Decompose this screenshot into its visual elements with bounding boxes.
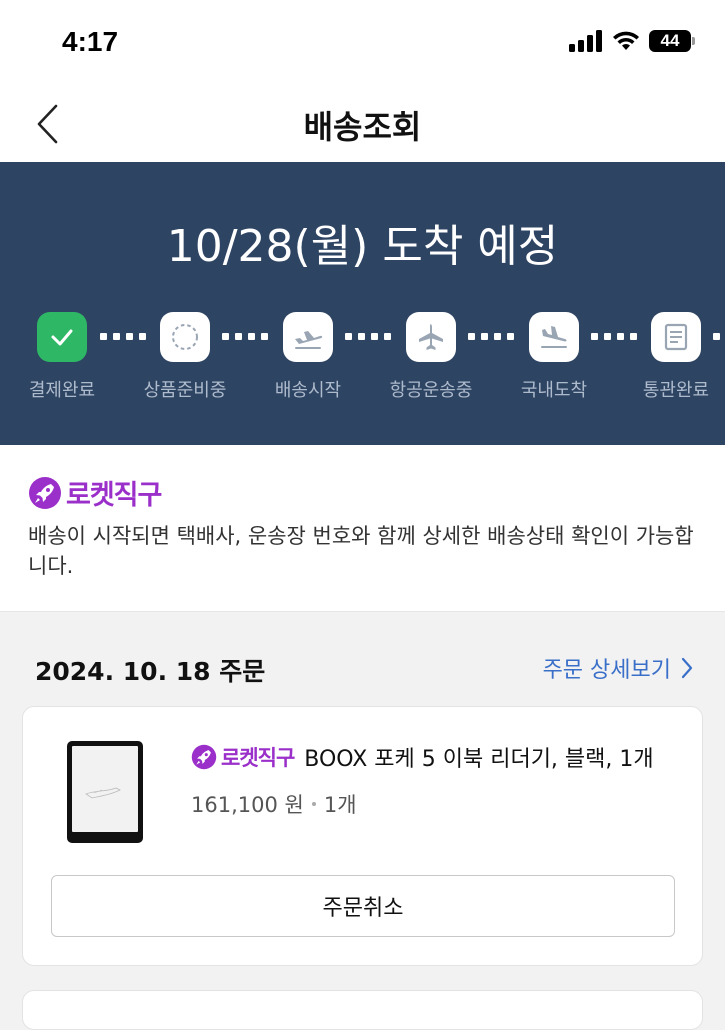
status-icons: 44 — [569, 30, 695, 52]
product-name: BOOX 포케 5 이북 리더기, 블랙, 1개 — [304, 747, 654, 772]
battery-indicator: 44 — [649, 30, 695, 52]
step-circle — [651, 312, 701, 362]
status-time: 4:17 — [62, 26, 119, 57]
step-label: 결제완료 — [28, 380, 96, 401]
step-connector — [713, 333, 725, 341]
step-circle — [283, 312, 333, 362]
step-preparing: 상품준비중 — [115, 312, 255, 402]
rocket-logo-icon — [29, 476, 61, 509]
chevron-right-icon — [681, 657, 693, 679]
product-title-line[interactable]: 로켓직구 BOOX 포케 5 이북 리더기, 블랙, 1개 — [191, 741, 686, 773]
status-bar: 4:17 44 — [0, 0, 725, 86]
order-item-card: 로켓직구 BOOX 포케 5 이북 리더기, 블랙, 1개 161,100 원 … — [22, 706, 703, 966]
step-customs-cleared: 통관완료 — [606, 312, 725, 402]
product-info: 로켓직구 BOOX 포케 5 이북 리더기, 블랙, 1개 161,100 원 … — [191, 741, 686, 819]
step-circle — [37, 312, 87, 362]
step-circle — [406, 312, 456, 362]
dashed-circle-icon — [172, 324, 198, 350]
battery-level: 44 — [649, 30, 691, 52]
step-shipping-started: 배송시작 — [238, 312, 378, 402]
plane-landing-icon — [541, 326, 567, 348]
rocket-logo-icon — [191, 744, 217, 770]
product-rocket-badge: 로켓직구 — [221, 746, 295, 770]
rocket-description: 배송이 시작되면 택배사, 운송장 번호와 함께 상세한 배송상태 확인이 가능… — [28, 524, 694, 578]
step-circle — [529, 312, 579, 362]
order-detail-label: 주문 상세보기 — [542, 658, 671, 683]
step-domestic-arrival: 국내도착 — [484, 312, 624, 402]
page-title: 배송조회 — [303, 108, 422, 146]
ereader-illustration-icon — [85, 787, 121, 799]
step-label: 통관완료 — [642, 380, 710, 401]
product-quantity: 1개 — [323, 793, 357, 817]
rocket-brand-text: 로켓직구 — [66, 480, 162, 511]
order-header: 2024. 10. 18 주문 주문 상세보기 — [0, 630, 725, 700]
step-air-transit: 항공운송중 — [361, 312, 501, 402]
rocket-brand: 로켓직구 — [28, 473, 162, 512]
delivery-steps: 결제완료 상품준비중 배송시작 항공운송중 국내도착 통관완료 — [0, 312, 725, 422]
document-icon — [664, 323, 688, 351]
step-label: 배송시작 — [274, 380, 342, 401]
step-label: 상품준비중 — [143, 380, 227, 401]
next-card-partial — [22, 990, 703, 1030]
separator-dot — [311, 802, 316, 806]
step-label: 항공운송중 — [389, 380, 473, 401]
product-image[interactable] — [67, 741, 143, 843]
product-price: 161,100 원 — [191, 793, 304, 817]
step-label: 국내도착 — [520, 380, 588, 401]
product-price-row: 161,100 원 1개 — [191, 789, 686, 819]
wifi-icon — [613, 31, 639, 50]
step-circle — [160, 312, 210, 362]
cancel-order-button[interactable]: 주문취소 — [51, 875, 675, 937]
order-date: 2024. 10. 18 주문 — [35, 657, 266, 686]
app-header: 배송조회 — [0, 86, 725, 162]
check-icon — [51, 329, 73, 346]
cellular-signal-icon — [569, 30, 602, 52]
delivery-status-hero: 10/28(월) 도착 예정 결제완료 상품준비중 배송시작 항공운송중 국내도… — [0, 162, 725, 445]
step-payment-complete: 결제완료 — [0, 312, 132, 402]
battery-tip — [692, 37, 695, 45]
eta-text: 10/28(월) 도착 예정 — [166, 221, 559, 272]
rocket-info-section: 로켓직구 배송이 시작되면 택배사, 운송장 번호와 함께 상세한 배송상태 확… — [0, 445, 725, 612]
product-screen — [72, 746, 138, 832]
plane-icon — [419, 324, 443, 350]
plane-takeoff-icon — [295, 331, 323, 349]
order-detail-link[interactable]: 주문 상세보기 — [543, 652, 693, 684]
